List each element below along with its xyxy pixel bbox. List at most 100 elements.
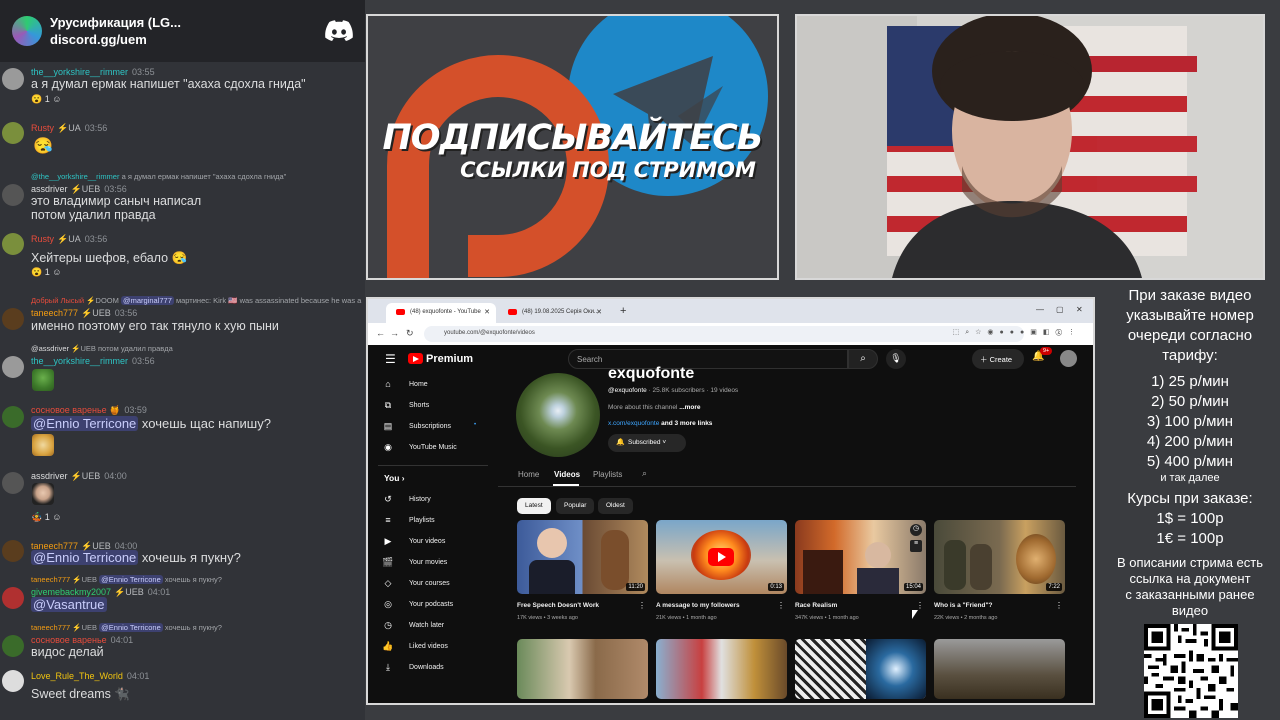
message-author[interactable]: the__yorkshire__rimmer 03:56 xyxy=(31,356,155,366)
sidebar-item-watch-later[interactable]: ◷ Watch later xyxy=(382,619,492,637)
message-author[interactable]: сосновое варенье 🍯 03:59 xyxy=(31,405,147,416)
video-thumbnail[interactable] xyxy=(656,639,787,699)
video-thumbnail[interactable] xyxy=(934,639,1065,699)
reaction[interactable]: 😮 1 ☺ xyxy=(31,267,61,278)
author-name[interactable]: Rusty xyxy=(31,123,54,133)
video-thumbnail[interactable]: ◷ ≡ 15:04 xyxy=(795,520,926,594)
chip-latest[interactable]: Latest xyxy=(517,498,551,514)
author-name[interactable]: the__yorkshire__rimmer xyxy=(31,67,128,77)
mic-icon[interactable]: 🎙 xyxy=(886,349,906,369)
channel-link[interactable]: x.com/exquofonte xyxy=(608,420,659,427)
more-options-icon[interactable]: ⋮ xyxy=(638,601,646,610)
tab-home[interactable]: Home xyxy=(518,470,539,479)
add-reaction-icon[interactable]: ☺ xyxy=(52,94,61,104)
author-name[interactable]: the__yorkshire__rimmer xyxy=(31,356,128,366)
channel-avatar[interactable] xyxy=(516,373,600,457)
reply-preview[interactable]: @the__yorkshire__rimmer а я думал ермак … xyxy=(31,172,286,181)
tab-playlists[interactable]: Playlists xyxy=(593,470,622,479)
qr-code-icon[interactable] xyxy=(1144,624,1238,718)
video-title[interactable]: Free Speech Doesn't Work xyxy=(517,602,599,609)
browser-tab-2[interactable]: (48) 19.08.2025 Серія Оки... ✕ xyxy=(498,303,608,323)
tab-videos[interactable]: Videos xyxy=(554,470,580,479)
reaction[interactable]: 😮 1 ☺ xyxy=(31,94,61,105)
reaction[interactable]: 🤹 1 ☺ xyxy=(31,512,61,523)
sidebar-item-subscriptions[interactable]: ▤ Subscriptions • xyxy=(382,420,492,438)
sidebar-item-your-courses[interactable]: ◇ Your courses xyxy=(382,577,492,595)
author-name[interactable]: givemebackmy2007 xyxy=(31,587,111,597)
author-name[interactable]: assdriver xyxy=(31,184,68,194)
message-author[interactable]: сосновое варенье 04:01 xyxy=(31,635,133,645)
video-title[interactable]: A message to my followers xyxy=(656,602,740,609)
new-tab-icon[interactable]: + xyxy=(620,305,626,317)
sidebar-item-your-podcasts[interactable]: ◎ Your podcasts xyxy=(382,598,492,616)
more-options-icon[interactable]: ⋮ xyxy=(777,601,785,610)
chip-popular[interactable]: Popular xyxy=(556,498,595,514)
video-thumbnail[interactable] xyxy=(795,639,926,699)
close-icon[interactable]: ✕ xyxy=(484,308,490,316)
channel-links[interactable]: x.com/exquofonte and 3 more links xyxy=(608,420,712,427)
mention[interactable]: @Ennio Terricone xyxy=(31,416,139,431)
timestamp: 04:00 xyxy=(104,471,127,481)
author-name[interactable]: Rusty xyxy=(31,234,54,244)
search-icon[interactable]: ⌕ xyxy=(848,349,878,369)
youtube-brand[interactable]: Premium xyxy=(426,353,473,365)
message-author[interactable]: the__yorkshire__rimmer 03:55 xyxy=(31,67,155,77)
tab-label: (48) exquofonte - YouTube xyxy=(410,309,481,315)
author-name[interactable]: сосновое варенье xyxy=(31,635,107,645)
message-author[interactable]: Love_Rule_The_World 04:01 xyxy=(31,671,149,681)
video-title[interactable]: Who is a "Friend"? xyxy=(934,602,993,609)
window-close-icon[interactable]: ✕ xyxy=(1076,305,1083,314)
reply-preview[interactable]: @assdriver ⚡UEB потом удалил правда xyxy=(31,344,173,353)
back-icon[interactable]: ← xyxy=(376,328,385,338)
youtube-logo-icon[interactable] xyxy=(408,353,423,364)
create-button[interactable]: ＋ Create xyxy=(972,349,1024,369)
video-thumbnail[interactable]: 11:20 xyxy=(517,520,648,594)
message-author[interactable]: Rusty ⚡UA 03:56 xyxy=(31,123,107,134)
channel-about[interactable]: More about this channel ...more xyxy=(608,404,701,411)
forward-icon[interactable]: → xyxy=(390,328,399,338)
sidebar-item-youtube-music[interactable]: ◉ YouTube Music xyxy=(382,441,492,459)
browser-tab-youtube[interactable]: (48) exquofonte - YouTube ✕ xyxy=(386,303,496,323)
subscribed-button[interactable]: 🔔 Subscribed ˅ xyxy=(608,434,686,452)
sidebar-item-playlists[interactable]: ≡ Playlists xyxy=(382,514,492,532)
url-input[interactable]: youtube.com/@exquofonte/videos xyxy=(424,326,1024,342)
video-title[interactable]: Race Realism xyxy=(795,602,837,609)
mention[interactable]: @Ennio Terricone xyxy=(31,550,139,565)
close-icon[interactable]: ✕ xyxy=(596,308,602,316)
author-name[interactable]: assdriver xyxy=(31,471,68,481)
sidebar-item-your-videos[interactable]: ▶ Your videos xyxy=(382,535,492,553)
channel-search-icon[interactable]: ⌕ xyxy=(642,468,647,479)
video-thumbnail[interactable]: 7:22 xyxy=(934,520,1065,594)
sidebar-you-heading[interactable]: You › xyxy=(384,473,405,483)
more-options-icon[interactable]: ⋮ xyxy=(916,601,924,610)
role-badge: ⚡UA xyxy=(57,123,81,133)
minimize-icon[interactable]: — xyxy=(1036,305,1044,314)
reply-preview[interactable]: taneech777 ⚡UEB @Ennio Terricone хочешь … xyxy=(31,623,222,632)
sidebar-item-liked-videos[interactable]: 👍 Liked videos xyxy=(382,640,492,658)
author-name[interactable]: сосновое варенье xyxy=(31,405,107,415)
menu-icon[interactable]: ☰ xyxy=(385,352,396,366)
author-name[interactable]: taneech777 xyxy=(31,308,78,318)
message-author[interactable]: Rusty ⚡UA 03:56 xyxy=(31,234,107,245)
maximize-icon[interactable]: ▢ xyxy=(1056,305,1064,314)
sidebar-item-downloads[interactable]: ⤓ Downloads xyxy=(382,661,492,679)
sidebar-item-shorts[interactable]: ⧉ Shorts xyxy=(382,399,492,417)
reload-icon[interactable]: ↻ xyxy=(406,328,414,339)
video-thumbnail[interactable] xyxy=(517,639,648,699)
video-thumbnail[interactable]: 0:13 xyxy=(656,520,787,594)
reply-preview[interactable]: taneech777 ⚡UEB @Ennio Terricone хочешь … xyxy=(31,575,222,584)
add-reaction-icon[interactable]: ☺ xyxy=(52,267,61,277)
message-author[interactable]: assdriver ⚡UEB 04:00 xyxy=(31,471,127,482)
author-name[interactable]: Love_Rule_The_World xyxy=(31,671,123,681)
extension-icons[interactable]: ⬚⌕☆◉●●●▣◧ⓚ⋮ xyxy=(953,328,1081,337)
message-author[interactable]: taneech777 ⚡UEB 03:56 xyxy=(31,308,137,319)
account-avatar[interactable] xyxy=(1060,350,1077,367)
sidebar-item-your-movies[interactable]: 🎬 Your movies xyxy=(382,556,492,574)
sidebar-item-history[interactable]: ↺ History xyxy=(382,493,492,511)
chip-oldest[interactable]: Oldest xyxy=(598,498,633,514)
sidebar-item-home[interactable]: ⌂ Home xyxy=(382,378,492,396)
reply-preview[interactable]: Добрый Лысый ⚡DOOM @marginal777 мартинес… xyxy=(31,296,361,305)
mention[interactable]: @Vasantrue xyxy=(31,597,107,612)
more-options-icon[interactable]: ⋮ xyxy=(1055,601,1063,610)
add-reaction-icon[interactable]: ☺ xyxy=(52,512,61,522)
